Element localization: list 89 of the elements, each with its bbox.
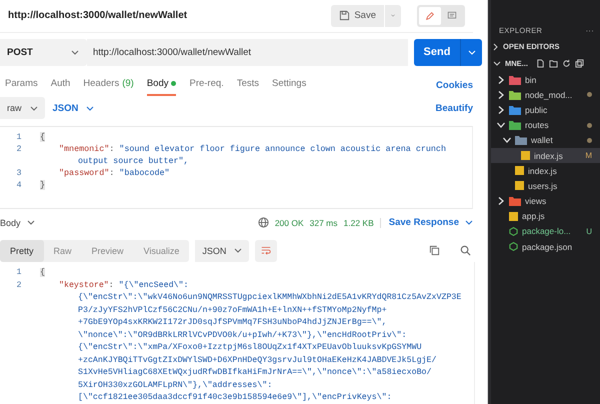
- code-colon: :: [109, 144, 114, 154]
- request-tab[interactable]: Pre-req.: [189, 74, 224, 96]
- view-tab[interactable]: Pretty: [0, 240, 44, 262]
- caret-icon: [468, 50, 476, 55]
- save-response-link[interactable]: Save Response: [388, 217, 459, 228]
- line-number: 4: [15, 180, 23, 190]
- caret-icon: [86, 106, 94, 111]
- file-tree-item[interactable]: users.js: [491, 178, 600, 194]
- new-file-icon[interactable]: [536, 59, 545, 68]
- copy-icon[interactable]: [429, 245, 440, 256]
- code-colon: :: [109, 168, 114, 178]
- line-number: 3: [15, 168, 23, 178]
- new-folder-icon[interactable]: [548, 59, 558, 68]
- line-number: 1: [15, 132, 23, 142]
- file-tree-item[interactable]: public: [491, 102, 600, 118]
- response-format-dropdown[interactable]: JSON: [195, 240, 250, 262]
- response-body-label[interactable]: Body: [0, 218, 21, 228]
- code-value: [\"ccf1821ee305daa3dccf91f40c3e9b158594e6e9\"],\"encPrivKeys\":: [77, 393, 392, 402]
- code-value: {\"encStr\":\"wkV46No6un9NQMRSSTUgpciexlKMMhWXbhNi2dE5A1vKRYdQR81Cz5AvZxVZP3E: [77, 293, 462, 302]
- response-size: 1.22 KB: [344, 218, 381, 228]
- code-value: +7GbE9YOp4sxKRKW2I172rJD0sqJfSPVmMq7FSH3uNboP4hdJjZNJErBg==\",: [77, 318, 387, 328]
- code-colon: :: [108, 280, 114, 290]
- file-tree-item[interactable]: routes: [491, 118, 600, 133]
- request-body-editor[interactable]: 1 { 2 "mnemonic": "sound elevator floor figure announce clown acoustic arena crunch output source butter", 3 "password": "babocode" 4 }: [0, 126, 473, 210]
- file-tree-item[interactable]: node_mod...: [491, 87, 600, 102]
- code-value: "sound elevator floor figure announce clown acoustic arena crunch: [119, 144, 446, 154]
- code-key: "password": [59, 168, 110, 178]
- code-key: "keystore": [59, 280, 109, 290]
- request-title: http://localhost:3000/wallet/newWallet: [8, 10, 188, 22]
- code-key: "mnemonic": [59, 144, 110, 154]
- request-tab[interactable]: Auth: [50, 74, 70, 96]
- line-number: 2: [15, 144, 23, 154]
- request-tab[interactable]: Tests: [236, 74, 259, 96]
- caret-icon: [234, 248, 242, 254]
- code-value: S1XvHe5VHliagC68XEtWQxjudRfwDBIfkaHiFmJrNrA==\",\"nonce\":\"a58iecxoBo/: [77, 368, 432, 378]
- code-value: "babocode": [119, 168, 170, 178]
- code-value: output source butter",: [77, 156, 189, 166]
- caret-icon: [30, 106, 38, 111]
- method-dropdown[interactable]: POST: [0, 38, 87, 66]
- code-brace: {: [40, 268, 45, 278]
- line-number: 1: [16, 268, 22, 278]
- cookies-link[interactable]: Cookies: [436, 80, 473, 91]
- globe-icon: [258, 217, 269, 228]
- file-tree-item[interactable]: index.js M: [491, 148, 600, 164]
- beautify-link[interactable]: Beautify: [436, 102, 473, 114]
- caret-icon: [465, 220, 473, 226]
- code-value: P3/zJyYFS2hVPlCzf56C2CNu/n+90z7oFmWA1h+E+lnXN++fSTMYoMp2NyfMp+: [77, 306, 387, 315]
- code-value: "{\"encSeed\":: [118, 280, 188, 290]
- code-value: \"nonce\":\"OR9dBRkLRRlVCvPDVO0k/u+pIwh/+K73\"},\"encHdRootPriv\":: [77, 330, 407, 340]
- request-tab[interactable]: Body: [146, 74, 176, 96]
- edit-mode-button[interactable]: [419, 6, 441, 25]
- save-button[interactable]: Save: [331, 4, 384, 27]
- file-tree-item[interactable]: wallet: [491, 132, 600, 148]
- code-value: +zcAnKJYBQiTTvGgtZIxDWYlSWD+D6XPnHDeQY3gsrvJul9tOHaEKeHzK4JABDVEJk5LgjE/: [77, 356, 436, 365]
- code-brace: {: [40, 132, 46, 142]
- request-tab[interactable]: Settings: [272, 74, 306, 96]
- code-value: 5XirOH330xzGOLAMFLpRN\"},\"addresses\":: [77, 380, 272, 390]
- code-value: {\"encStr\":\"xmPa/XFoxo0+IzztpjM6sl8OUqZx1f4XTxPEUavObluuksvKpGSYMWU: [77, 343, 422, 352]
- wrap-lines-button[interactable]: [255, 240, 278, 262]
- line-number: 2: [16, 280, 22, 290]
- status-code: 200 OK: [274, 218, 304, 228]
- send-options-button[interactable]: [460, 38, 482, 66]
- file-tree-item[interactable]: app.js: [491, 208, 600, 224]
- file-tree-item[interactable]: index.js: [491, 163, 600, 178]
- body-type-dropdown[interactable]: raw: [0, 97, 45, 120]
- caret-icon: [26, 220, 35, 226]
- code-brace: }: [40, 180, 46, 190]
- file-tree-item[interactable]: package-lo... U: [491, 224, 600, 240]
- caret-icon: [71, 50, 79, 55]
- url-field[interactable]: http://localhost:3000/wallet/newWallet: [87, 38, 408, 66]
- wrap-icon: [261, 245, 272, 256]
- chevron-icon: [493, 42, 499, 50]
- pencil-icon: [425, 10, 435, 22]
- chevron-icon: [493, 60, 501, 66]
- send-button[interactable]: Send: [414, 38, 460, 66]
- response-time: 327 ms: [310, 218, 338, 228]
- refresh-icon[interactable]: [562, 59, 571, 68]
- save-icon: [339, 10, 350, 22]
- file-tree-item[interactable]: package.json: [491, 239, 600, 254]
- format-dropdown[interactable]: JSON: [52, 102, 94, 114]
- git-status-letter: M: [585, 151, 592, 160]
- search-icon[interactable]: [460, 245, 471, 256]
- file-tree-item[interactable]: bin: [491, 72, 600, 88]
- collapse-all-icon[interactable]: [574, 59, 584, 68]
- count-label: (9): [122, 78, 134, 90]
- file-tree-item[interactable]: views: [491, 194, 600, 209]
- request-tab[interactable]: Params: [5, 74, 38, 96]
- request-tab[interactable]: Headers (9): [83, 74, 134, 96]
- git-status-letter: U: [586, 226, 592, 236]
